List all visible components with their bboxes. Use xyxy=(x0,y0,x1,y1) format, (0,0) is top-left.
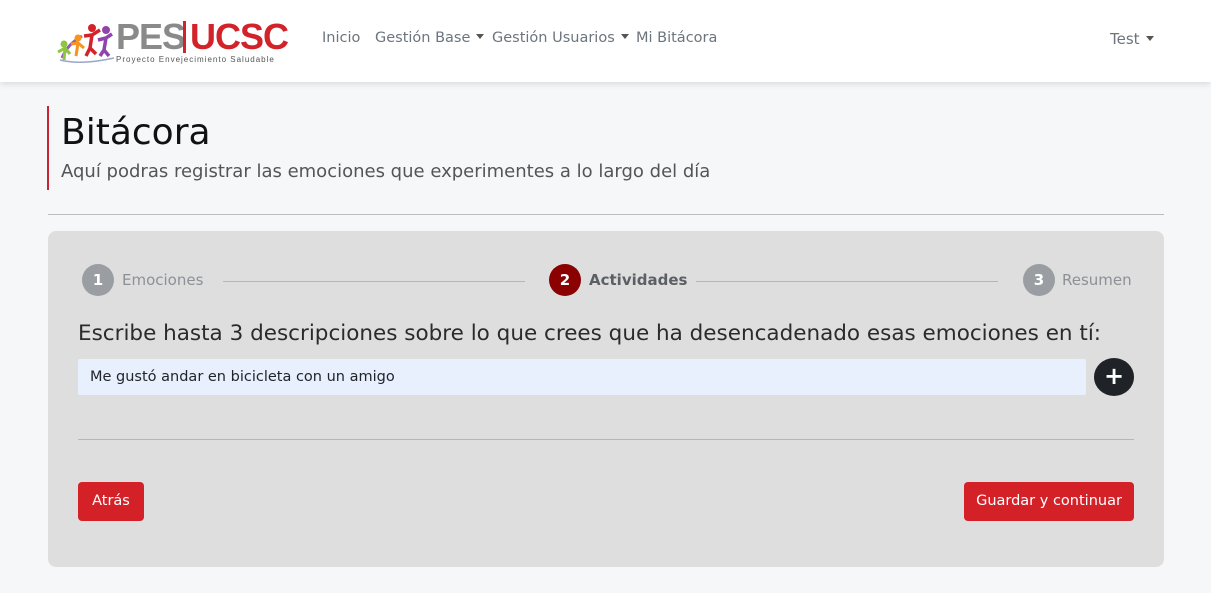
chevron-down-icon xyxy=(1145,36,1154,41)
brand-logo[interactable]: PES UCSC Proyecto Envejecimiento Saludab… xyxy=(56,18,292,66)
bitacora-wizard-card: 1 Emociones 2 Actividades 3 Resumen Escr… xyxy=(48,231,1164,567)
activities-question: Escribe hasta 3 descripciones sobre lo q… xyxy=(78,321,1102,346)
header-divider xyxy=(48,214,1164,215)
step-1-indicator[interactable]: 1 xyxy=(82,264,114,296)
step-3-indicator[interactable]: 3 xyxy=(1023,264,1055,296)
nav-item-label: Mi Bitácora xyxy=(636,30,718,46)
step-connector xyxy=(696,281,998,282)
nav-item-label: Inicio xyxy=(322,30,361,46)
page-subtitle: Aquí podras registrar las emociones que … xyxy=(61,161,711,182)
plus-icon: + xyxy=(1103,362,1125,390)
nav-item-label: Gestión Usuarios xyxy=(492,30,615,46)
step-2-label[interactable]: Actividades xyxy=(589,271,687,289)
card-divider xyxy=(78,439,1134,440)
back-button[interactable]: Atrás xyxy=(78,482,144,521)
chevron-down-icon xyxy=(620,34,629,39)
nav-item-label: Gestión Base xyxy=(375,30,471,46)
nav-item-mi-bitacora[interactable]: Mi Bitácora xyxy=(636,30,717,46)
user-menu-label: Test xyxy=(1110,30,1140,48)
save-continue-button[interactable]: Guardar y continuar xyxy=(964,482,1134,521)
description-input[interactable] xyxy=(78,359,1086,395)
page-header: Bitácora Aquí podras registrar las emoci… xyxy=(47,106,947,190)
step-3-label[interactable]: Resumen xyxy=(1062,271,1132,289)
nav-item-gestion-base[interactable]: Gestión Base xyxy=(375,30,485,46)
user-menu[interactable]: Test xyxy=(1110,30,1154,48)
chevron-down-icon xyxy=(476,34,485,39)
people-logo-icon xyxy=(57,24,115,63)
nav-item-inicio[interactable]: Inicio xyxy=(322,30,360,46)
step-1-label[interactable]: Emociones xyxy=(122,271,203,289)
logo-tagline: Proyecto Envejecimiento Saludable xyxy=(116,55,275,64)
nav-item-gestion-usuarios[interactable]: Gestión Usuarios xyxy=(492,30,629,46)
logo-text-ucsc: UCSC xyxy=(190,16,289,57)
page-title: Bitácora xyxy=(61,112,211,153)
add-description-button[interactable]: + xyxy=(1094,358,1134,396)
logo-text-pes: PES xyxy=(116,16,186,57)
logo-divider xyxy=(183,21,186,53)
step-2-indicator[interactable]: 2 xyxy=(549,264,581,296)
navbar: PES UCSC Proyecto Envejecimiento Saludab… xyxy=(0,0,1211,82)
step-connector xyxy=(223,281,525,282)
